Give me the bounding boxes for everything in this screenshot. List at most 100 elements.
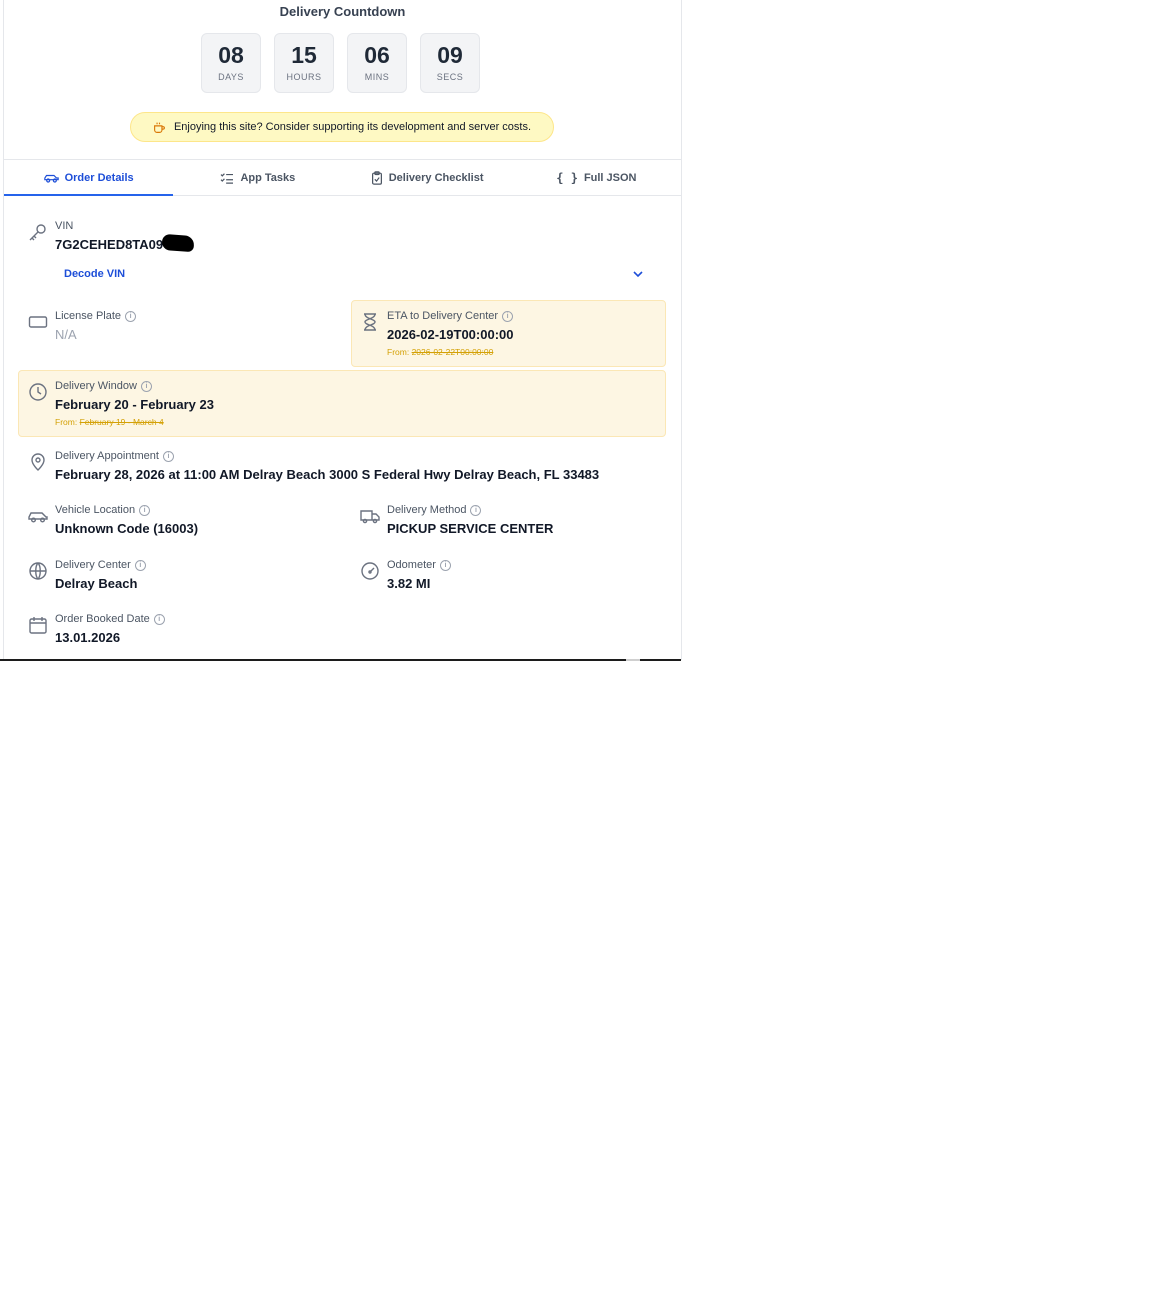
eta-previous-value: 2026-02-22T00:00:00: [411, 347, 494, 357]
gauge-icon: [361, 562, 379, 580]
countdown-value: 09: [437, 42, 463, 68]
appointment-label: Delivery Appointment i: [55, 450, 668, 462]
order-panel: Delivery Countdown 08 DAYS 15 HOURS 06 M…: [3, 0, 682, 660]
info-icon[interactable]: i: [125, 310, 137, 322]
delivery-method-value: PICKUP SERVICE CENTER: [387, 521, 554, 536]
countdown-days: 08 DAYS: [201, 33, 261, 93]
delivery-method-label-text: Delivery Method: [387, 504, 467, 516]
odometer-label: Odometer i: [387, 559, 660, 571]
countdown-value: 15: [291, 42, 317, 68]
info-icon[interactable]: i: [470, 504, 482, 516]
eta-from: From: 2026-02-22T00:00:00: [387, 347, 660, 357]
eta-label: ETA to Delivery Center i: [387, 310, 660, 322]
countdown-unit: DAYS: [218, 72, 244, 82]
countdown-value: 06: [364, 42, 390, 68]
globe-icon: [29, 562, 47, 580]
countdown-unit: MINS: [364, 72, 390, 82]
appointment-value: February 28, 2026 at 11:00 AM Delray Bea…: [55, 467, 600, 482]
countdown-value: 08: [218, 42, 244, 68]
countdown-mins: 06 MINS: [347, 33, 407, 93]
support-banner-text: Enjoying this site? Consider supporting …: [173, 121, 532, 133]
vehicle-location-label: Vehicle Location i: [55, 504, 328, 516]
vehicle-location-value: Unknown Code (16003): [55, 521, 199, 536]
hourglass-icon: [364, 313, 376, 331]
appointment-field: Delivery Appointment i February 28, 2026 …: [28, 450, 668, 482]
delivery-method-label: Delivery Method i: [387, 504, 660, 516]
order-booked-label-text: Order Booked Date: [55, 613, 150, 625]
tab-full-json[interactable]: { } Full JSON: [512, 160, 681, 195]
clock-icon: [29, 383, 47, 401]
countdown-title: Delivery Countdown: [279, 4, 406, 19]
vin-label: VIN: [55, 220, 74, 232]
tab-label: App Tasks: [240, 171, 296, 184]
from-label: From:: [387, 347, 410, 357]
vin-value: 7G2CEHED8TA09: [55, 237, 164, 252]
delivery-window-label: Delivery Window i: [55, 380, 628, 392]
delivery-window-field: Delivery Window i February 20 - February …: [28, 380, 628, 427]
checklist-icon: [221, 172, 234, 184]
odometer-label-text: Odometer: [387, 559, 436, 571]
calendar-icon: [29, 617, 47, 634]
bottom-border: [0, 659, 681, 661]
license-plate-label: License Plate i: [55, 310, 328, 322]
tab-order-details[interactable]: Order Details: [4, 160, 174, 196]
info-icon[interactable]: i: [140, 380, 152, 392]
from-label: From:: [55, 417, 78, 427]
coffee-icon: [154, 122, 165, 133]
order-booked-field: Order Booked Date i 13.01.2026: [28, 613, 328, 645]
clipboard-icon: [371, 170, 382, 185]
delivery-center-label-text: Delivery Center: [55, 559, 131, 571]
decode-vin-link[interactable]: Decode VIN: [64, 268, 125, 280]
tab-label: Delivery Checklist: [388, 171, 484, 184]
order-booked-label: Order Booked Date i: [55, 613, 328, 625]
bottom-border-gap: [626, 659, 640, 661]
key-icon: [29, 224, 46, 241]
delivery-center-label: Delivery Center i: [55, 559, 328, 571]
delivery-window-value: February 20 - February 23: [55, 397, 214, 412]
tab-label: Order Details: [64, 171, 134, 184]
location-pin-icon: [31, 453, 45, 471]
order-booked-value: 13.01.2026: [55, 630, 121, 645]
delivery-window-label-text: Delivery Window: [55, 380, 137, 392]
eta-field: ETA to Delivery Center i 2026-02-19T00:00…: [360, 310, 660, 357]
license-plate-field: License Plate i N/A: [28, 310, 328, 342]
braces-icon: { }: [556, 170, 578, 185]
delivery-method-field: Delivery Method i PICKUP SERVICE CENTER: [360, 504, 660, 536]
countdown: 08 DAYS 15 HOURS 06 MINS 09 SECS: [201, 33, 480, 93]
truck-icon: [360, 510, 380, 524]
appointment-label-text: Delivery Appointment: [55, 450, 159, 462]
tab-label: Full JSON: [583, 171, 637, 184]
license-plate-value: N/A: [55, 327, 77, 342]
car-icon: [43, 174, 59, 183]
info-icon[interactable]: i: [162, 450, 174, 462]
info-icon[interactable]: i: [439, 559, 451, 571]
odometer-value: 3.82 MI: [387, 576, 431, 591]
vin-redaction: [161, 233, 195, 253]
chevron-down-icon[interactable]: [632, 268, 644, 280]
info-icon[interactable]: i: [502, 310, 514, 322]
delivery-window-previous-value: February 19 - March 4: [79, 417, 164, 427]
license-plate-label-text: License Plate: [55, 310, 122, 322]
countdown-hours: 15 HOURS: [274, 33, 334, 93]
countdown-unit: SECS: [436, 72, 464, 82]
countdown-unit: HOURS: [286, 72, 322, 82]
odometer-field: Odometer i 3.82 MI: [360, 559, 660, 591]
delivery-window-from: From: February 19 - March 4: [55, 417, 628, 427]
info-icon[interactable]: i: [134, 559, 146, 571]
delivery-center-field: Delivery Center i Delray Beach: [28, 559, 328, 591]
vehicle-location-field: Vehicle Location i Unknown Code (16003): [28, 504, 328, 536]
tab-app-tasks[interactable]: App Tasks: [173, 160, 342, 195]
eta-value: 2026-02-19T00:00:00: [387, 327, 514, 342]
vehicle-location-label-text: Vehicle Location: [55, 504, 136, 516]
vin-field: VIN 7G2CEHED8TA09: [28, 220, 648, 252]
delivery-center-value: Delray Beach: [55, 576, 138, 591]
eta-label-text: ETA to Delivery Center: [387, 310, 499, 322]
tab-delivery-checklist[interactable]: Delivery Checklist: [343, 160, 512, 195]
tab-bar: Order Details App Tasks Delivery Checkli…: [4, 159, 681, 196]
info-icon[interactable]: i: [153, 613, 165, 625]
car-icon: [28, 512, 48, 523]
countdown-secs: 09 SECS: [420, 33, 480, 93]
license-plate-icon: [28, 316, 48, 328]
info-icon[interactable]: i: [139, 504, 151, 516]
support-banner[interactable]: Enjoying this site? Consider supporting …: [130, 112, 554, 142]
